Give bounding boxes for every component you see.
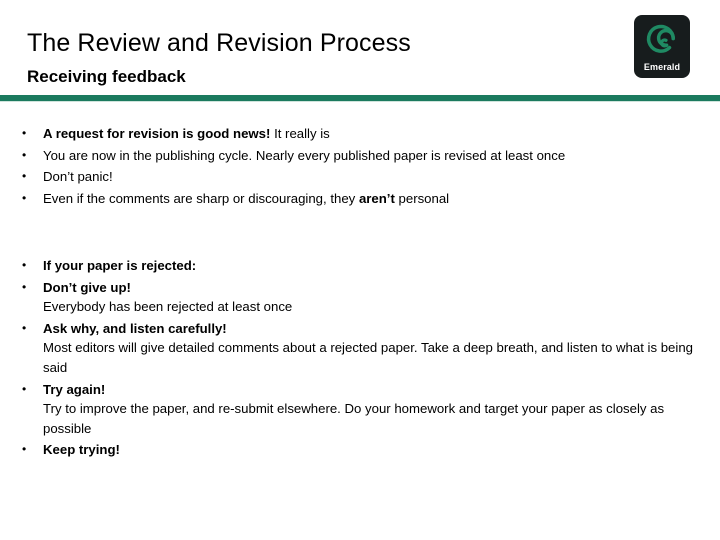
slide-body: • A request for revision is good news! I… (0, 106, 720, 540)
list-item: • Try again! Try to improve the paper, a… (0, 380, 700, 439)
list-item-detail: Most editors will give detailed comments… (43, 340, 693, 375)
list-item-detail: Everybody has been rejected at least onc… (43, 299, 293, 315)
bullet-block-two: • If your paper is rejected: • Don’t giv… (0, 256, 700, 462)
list-item-lead: Try again! (43, 381, 106, 397)
bullet-marker: • (22, 169, 27, 184)
list-item-lead: You are now in the publishing cycle. Nea… (43, 147, 566, 163)
bullet-marker: • (22, 320, 27, 335)
list-item: • You are now in the publishing cycle. N… (0, 146, 700, 166)
bullet-block-one: • A request for revision is good news! I… (0, 124, 700, 210)
bullet-marker: • (22, 126, 27, 140)
list-item: • Don’t panic! (0, 167, 700, 187)
list-item: • A request for revision is good news! I… (0, 124, 700, 144)
list-item: • Even if the comments are sharp or disc… (0, 189, 700, 209)
emerald-spiral-icon (642, 20, 682, 60)
list-item-lead: Ask why, and listen carefully! (43, 320, 227, 336)
bullet-marker: • (22, 279, 27, 294)
bullet-marker: • (22, 258, 27, 272)
accent-divider-shadow (0, 101, 720, 102)
list-item-trailing: It really is (270, 126, 330, 141)
bullet-marker: • (22, 147, 27, 162)
list-item-emphasis: aren’t (358, 190, 395, 206)
list-item: • If your paper is rejected: (0, 256, 700, 276)
page-title: The Review and Revision Process (27, 29, 411, 57)
emerald-wordmark: Emerald (643, 62, 681, 72)
list-item-trailing: personal (394, 190, 450, 206)
list-item-lead: A request for revision is good news! (43, 126, 271, 141)
page-subtitle: Receiving feedback (27, 67, 186, 86)
list-item: • Ask why, and listen carefully! Most ed… (0, 319, 700, 378)
list-item-lead: Keep trying! (43, 442, 120, 458)
emerald-logo: Emerald (634, 15, 690, 78)
slide-canvas: The Review and Revision Process Receivin… (0, 0, 720, 540)
list-item: • Keep trying! (0, 440, 700, 460)
list-item-lead: Don’t panic! (43, 169, 113, 185)
list-item-detail: Try to improve the paper, and re-submit … (43, 401, 665, 436)
list-item-lead: Don’t give up! (43, 279, 131, 295)
bullet-marker: • (22, 190, 27, 205)
list-item: • Don’t give up! Everybody has been reje… (0, 278, 700, 317)
list-item-lead: Even if the comments are sharp or discou… (43, 190, 359, 206)
bullet-marker: • (22, 442, 27, 457)
bullet-marker: • (22, 381, 27, 396)
list-item-lead: If your paper is rejected: (43, 258, 197, 273)
slide-header: The Review and Revision Process Receivin… (0, 0, 720, 95)
